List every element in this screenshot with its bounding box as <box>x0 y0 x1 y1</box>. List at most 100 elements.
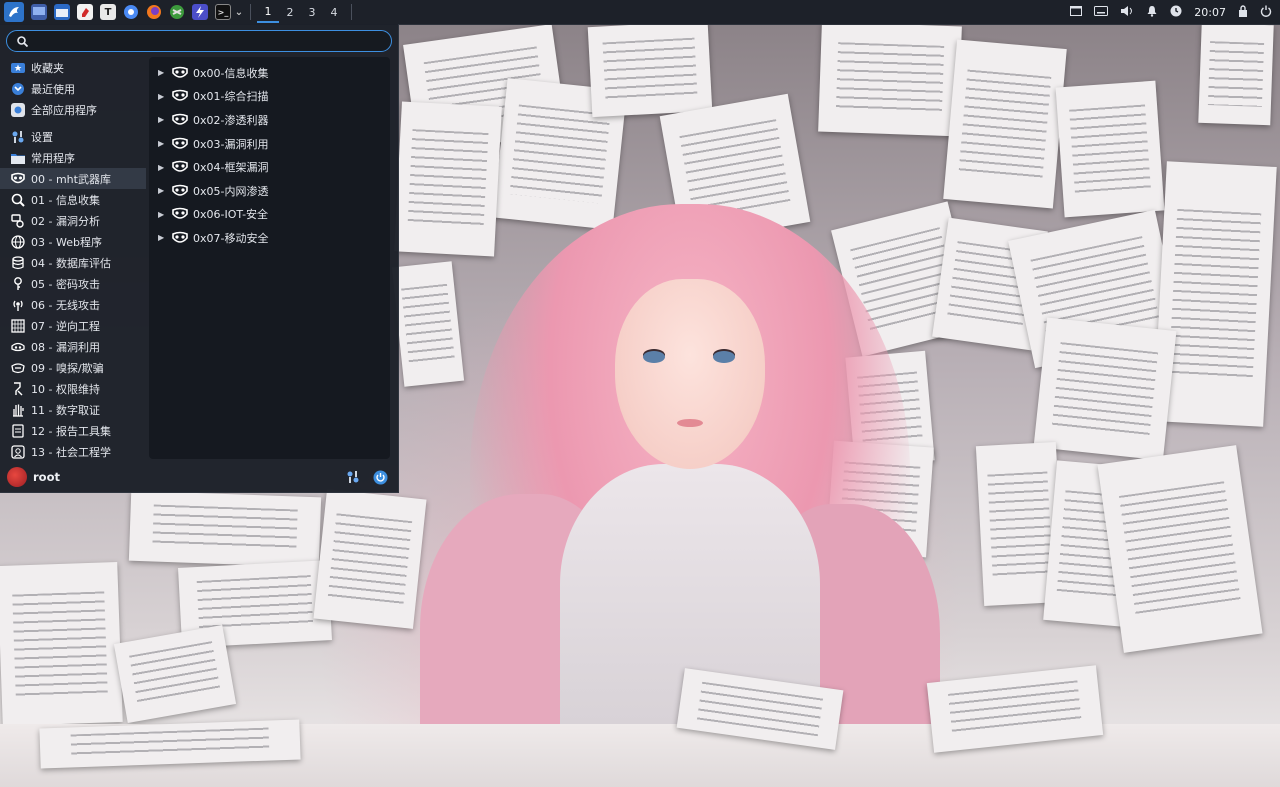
category-settings[interactable]: 设置 <box>0 126 146 147</box>
app-launcher-button[interactable] <box>4 2 24 22</box>
update-icon[interactable] <box>1170 5 1182 20</box>
typora-icon[interactable]: T <box>100 4 116 20</box>
mask-icon <box>171 88 189 104</box>
flameshot-icon[interactable] <box>192 4 208 20</box>
category-label: 全部应用程序 <box>31 103 97 117</box>
expand-arrow-icon[interactable]: ▶ <box>158 68 164 77</box>
category-label: 06 - 无线攻击 <box>31 298 100 312</box>
submenu-item[interactable]: ▶ 0x07-移动安全 <box>149 226 390 250</box>
submenu-item[interactable]: ▶ 0x02-渗透利器 <box>149 108 390 132</box>
category-label: 04 - 数据库评估 <box>31 256 111 270</box>
category-label: 最近使用 <box>31 82 75 96</box>
mask-icon <box>10 171 26 187</box>
terminal-icon[interactable]: >_ <box>215 4 231 20</box>
category-web-apps[interactable]: 03 - Web程序 <box>0 231 146 252</box>
category-label: 07 - 逆向工程 <box>31 319 100 333</box>
submenu-item[interactable]: ▶ 0x06-IOT-安全 <box>149 203 390 227</box>
category-reporting[interactable]: 12 - 报告工具集 <box>0 420 146 441</box>
power-icon[interactable] <box>372 469 388 485</box>
submenu-item[interactable]: ▶ 0x00-信息收集 <box>149 61 390 85</box>
all-apps-icon <box>10 102 26 118</box>
expand-arrow-icon[interactable]: ▶ <box>158 210 164 219</box>
category-favorites[interactable]: 收藏夹 <box>0 57 146 78</box>
submenu-item[interactable]: ▶ 0x04-框架漏洞 <box>149 155 390 179</box>
chromium-icon[interactable] <box>123 4 139 20</box>
category-label: 收藏夹 <box>31 61 64 75</box>
workspace-4[interactable]: 4 <box>323 1 345 23</box>
category-label: 12 - 报告工具集 <box>31 424 111 438</box>
search-box[interactable] <box>6 30 392 52</box>
category-label: 09 - 嗅探/欺骗 <box>31 361 104 375</box>
folder-icon <box>10 150 26 166</box>
category-info-gathering[interactable]: 01 - 信息收集 <box>0 189 146 210</box>
workspace-3[interactable]: 3 <box>301 1 323 23</box>
file-manager-icon[interactable] <box>54 4 70 20</box>
mask-icon <box>171 65 189 81</box>
category-label: 13 - 社会工程学 <box>31 445 111 459</box>
workspace-1[interactable]: 1 <box>257 1 279 23</box>
clock[interactable]: 20:07 <box>1194 6 1226 19</box>
menu-footer: root <box>0 464 398 490</box>
category-label: 10 - 权限维持 <box>31 382 100 396</box>
window-icon[interactable] <box>1070 5 1083 19</box>
chevron-down-icon[interactable]: ⌄ <box>234 4 244 20</box>
username: root <box>33 470 60 484</box>
lock-icon[interactable] <box>1238 4 1248 20</box>
category-label: 02 - 漏洞分析 <box>31 214 100 228</box>
workspace-2[interactable]: 2 <box>279 1 301 23</box>
expand-arrow-icon[interactable]: ▶ <box>158 115 164 124</box>
category-wireless[interactable]: 06 - 无线攻击 <box>0 294 146 315</box>
expand-arrow-icon[interactable]: ▶ <box>158 92 164 101</box>
category-common[interactable]: 常用程序 <box>0 147 146 168</box>
category-vuln-analysis[interactable]: 02 - 漏洞分析 <box>0 210 146 231</box>
burpsuite-icon[interactable] <box>169 4 185 20</box>
category-exploitation[interactable]: 08 - 漏洞利用 <box>0 336 146 357</box>
power-icon[interactable] <box>1260 5 1272 20</box>
expand-arrow-icon[interactable]: ▶ <box>158 186 164 195</box>
category-recent[interactable]: 最近使用 <box>0 78 146 99</box>
persistence-icon <box>10 381 26 397</box>
category-social-engineering[interactable]: 13 - 社会工程学 <box>0 441 146 462</box>
category-database[interactable]: 04 - 数据库评估 <box>0 252 146 273</box>
search-input[interactable] <box>34 33 391 49</box>
category-sniffing[interactable]: 09 - 嗅探/欺骗 <box>0 357 146 378</box>
volume-icon[interactable] <box>1120 5 1134 20</box>
submenu-item[interactable]: ▶ 0x01-综合扫描 <box>149 85 390 109</box>
panel-separator <box>351 4 352 20</box>
wireless-icon <box>10 297 26 313</box>
submenu-item[interactable]: ▶ 0x03-漏洞利用 <box>149 132 390 156</box>
settings-icon[interactable] <box>345 469 361 485</box>
avatar[interactable] <box>7 467 27 487</box>
submenu-label: 0x04-框架漏洞 <box>193 161 269 175</box>
category-label: 03 - Web程序 <box>31 235 102 249</box>
mask-icon <box>171 183 189 199</box>
category-password[interactable]: 05 - 密码攻击 <box>0 273 146 294</box>
star-icon <box>10 60 26 76</box>
social-icon <box>10 444 26 460</box>
category-forensics[interactable]: 11 - 数字取证 <box>0 399 146 420</box>
firefox-icon[interactable] <box>146 4 162 20</box>
notification-bell-icon[interactable] <box>1146 5 1158 20</box>
settings-icon <box>10 129 26 145</box>
expand-arrow-icon[interactable]: ▶ <box>158 163 164 172</box>
mask-icon <box>171 206 189 222</box>
category-reverse[interactable]: 07 - 逆向工程 <box>0 315 146 336</box>
category-label: 08 - 漏洞利用 <box>31 340 100 354</box>
key-icon <box>10 276 26 292</box>
expand-arrow-icon[interactable]: ▶ <box>158 139 164 148</box>
analysis-icon <box>10 213 26 229</box>
category-label: 00 - mht武器库 <box>31 172 111 186</box>
keyboard-icon[interactable] <box>1094 5 1109 19</box>
submenu-list: ▶ 0x00-信息收集 ▶ 0x01-综合扫描 ▶ 0x02-渗透利器 ▶ 0x… <box>149 57 390 459</box>
category-persistence[interactable]: 10 - 权限维持 <box>0 378 146 399</box>
mask-icon <box>171 230 189 246</box>
expand-arrow-icon[interactable]: ▶ <box>158 233 164 242</box>
submenu-item[interactable]: ▶ 0x05-内网渗透 <box>149 179 390 203</box>
text-editor-icon[interactable] <box>77 4 93 20</box>
category-mht-arsenal[interactable]: 00 - mht武器库 <box>0 168 146 189</box>
category-label: 设置 <box>31 130 53 144</box>
show-desktop-icon[interactable] <box>31 4 47 20</box>
submenu-label: 0x02-渗透利器 <box>193 113 269 127</box>
submenu-label: 0x07-移动安全 <box>193 231 269 245</box>
category-all-apps[interactable]: 全部应用程序 <box>0 99 146 120</box>
